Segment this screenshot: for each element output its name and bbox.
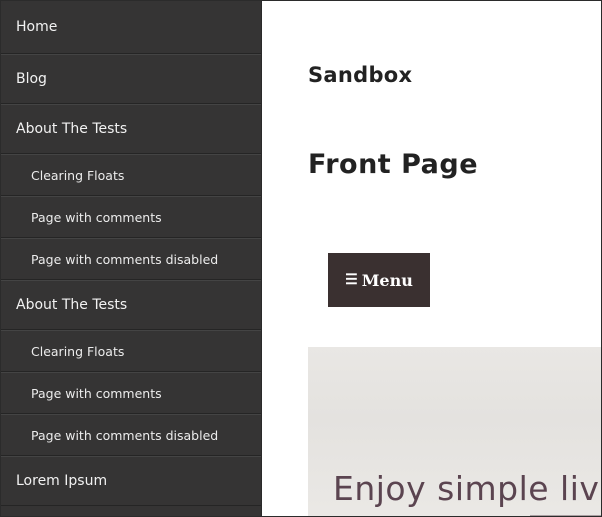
sidebar-subitem-page-with-comments-disabled[interactable]: Page with comments disabled: [1, 238, 261, 280]
sidebar-subitem-page-with-comments[interactable]: Page with comments: [1, 196, 261, 238]
page-title: Front Page: [308, 149, 479, 180]
hamburger-icon: ☰: [345, 272, 358, 288]
hero-headline: Enjoy simple living: [333, 469, 601, 508]
hero-banner: Enjoy simple living: [308, 347, 601, 516]
sidebar-subitem-page-with-comments-2[interactable]: Page with comments: [1, 372, 261, 414]
sidebar-subitem-clearing-floats[interactable]: Clearing Floats: [1, 154, 261, 196]
sidebar-item-about-the-tests[interactable]: About The Tests: [1, 104, 261, 154]
menu-button-label: Menu: [361, 270, 413, 290]
browser-viewport: Home Blog About The Tests Clearing Float…: [0, 0, 602, 517]
sidebar-subitem-page-with-comments-disabled-2[interactable]: Page with comments disabled: [1, 414, 261, 456]
main-content: Sandbox Front Page ☰ Menu Enjoy simple l…: [262, 1, 601, 516]
sidebar-menu: Home Blog About The Tests Clearing Float…: [1, 1, 262, 516]
sidebar-subitem-clearing-floats-2[interactable]: Clearing Floats: [1, 330, 261, 372]
sidebar-item-lorem-ipsum[interactable]: Lorem Ipsum: [1, 456, 261, 506]
sidebar-item-about-the-tests-2[interactable]: About The Tests: [1, 280, 261, 330]
menu-toggle-button[interactable]: ☰ Menu: [328, 253, 430, 307]
sidebar-item-blog[interactable]: Blog: [1, 54, 261, 104]
sidebar-item-home[interactable]: Home: [1, 1, 261, 54]
site-title[interactable]: Sandbox: [308, 63, 412, 87]
